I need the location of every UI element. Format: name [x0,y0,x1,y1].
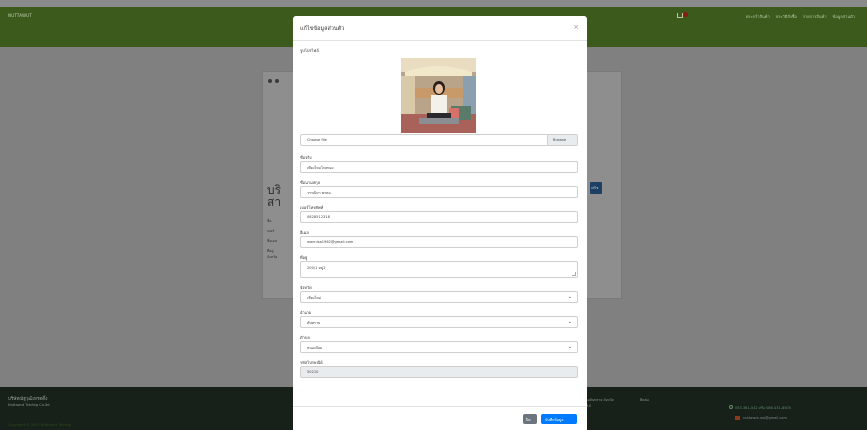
email-label: อีเมล [300,230,309,235]
subdistrict-select[interactable]: หนองจ๊อม ⌄ [300,341,578,353]
footer-email[interactable]: nuttawut-wa@gmail.com [743,416,787,420]
edit-profile-modal: แก้ไขข้อมูลส่วนตัว × รูปโปรไฟล์ Choose f… [293,16,587,430]
lastname-field[interactable]: วรรณิษา พรหม [300,186,578,198]
cart-icon[interactable] [677,12,688,20]
window-dots-icon [268,79,279,83]
firstname-field[interactable]: เพียงใหม่โกฮทอง [300,161,578,173]
card-label-province: จังหวัด [267,255,278,259]
close-icon[interactable]: × [573,23,579,31]
footer-company-thai: บริษัทณัฐวุฒิเทรดดิ้ง [8,397,48,402]
file-placeholder: Choose file [307,138,327,142]
footer-copyright: Copyright © 2021 Nuttawut Trading [8,423,71,427]
profile-file-input[interactable]: Choose file Browse [300,134,578,146]
brand-logo[interactable]: NUTTAWUT [8,13,32,18]
province-label: จังหวัด [300,285,312,290]
modal-footer: ปิด บันทึกข้อมูล [293,406,587,430]
footer-contact-title: ติดต่อ [640,398,649,402]
cart-badge [683,12,688,17]
edit-profile-button[interactable]: แก้ไข [590,182,602,194]
phone-icon [729,405,733,409]
card-label-phone: เบอร์ [267,229,275,233]
subdistrict-label: ตำบล [300,335,310,340]
profile-photo [401,58,476,133]
district-select[interactable]: สันทราย ⌄ [300,316,578,328]
nav-history[interactable]: ประวัติสั่งซื้อ [776,13,797,20]
chevron-down-icon: ⌄ [567,344,572,350]
phone-field[interactable]: 0828512318 [300,211,578,223]
nav-profile[interactable]: ข้อมูลส่วนตัว [833,13,856,20]
email-field[interactable]: wannisa1962@gmail.com [300,236,578,248]
chevron-down-icon: ⌄ [567,319,572,325]
province-select[interactable]: เชียงใหม่ ⌄ [300,291,578,303]
footer-phone: 053-381-042 หรือ 086-431-8505 [735,406,791,410]
address-label: ที่อยู่ [300,255,308,260]
lastname-label: ชื่อนามสกุล [300,180,321,185]
card-label-email: ชื่อเมล [267,239,278,243]
card-label-name: ชื่อ [267,219,272,223]
firstname-label: ชื่อจริง [300,155,312,160]
close-button[interactable]: ปิด [523,414,537,424]
zip-label: รหัสไปรษณีย์ [300,360,323,365]
footer-company-eng: Nuttawut Trading Co.ltd [8,403,50,407]
nav-cart[interactable]: ตระกร้าสินค้า [746,13,770,20]
save-button[interactable]: บันทึกข้อมูล [541,414,577,424]
nav-products[interactable]: รายการสินค้า [803,13,827,20]
district-label: อำเภอ [300,310,312,315]
top-nav-links: ตระกร้าสินค้า ประวัติสั่งซื้อ รายการสินค… [746,13,855,20]
chevron-down-icon: ⌄ [567,294,572,300]
modal-title: แก้ไขข้อมูลส่วนตัว [300,26,345,32]
address-textarea[interactable]: 200/1 หมู่2 [300,261,578,278]
card-heading: บริ สา [267,183,282,209]
modal-header: แก้ไขข้อมูลส่วนตัว × [293,16,587,41]
phone-label: เบอร์โทรศัพท์ [300,205,324,210]
resize-handle-icon[interactable] [572,272,576,276]
profile-photo-label: รูปโปรไฟล์ [300,48,319,53]
zip-field: 50210 [300,366,578,378]
mail-icon [735,416,740,420]
browse-button[interactable]: Browse [547,135,577,145]
